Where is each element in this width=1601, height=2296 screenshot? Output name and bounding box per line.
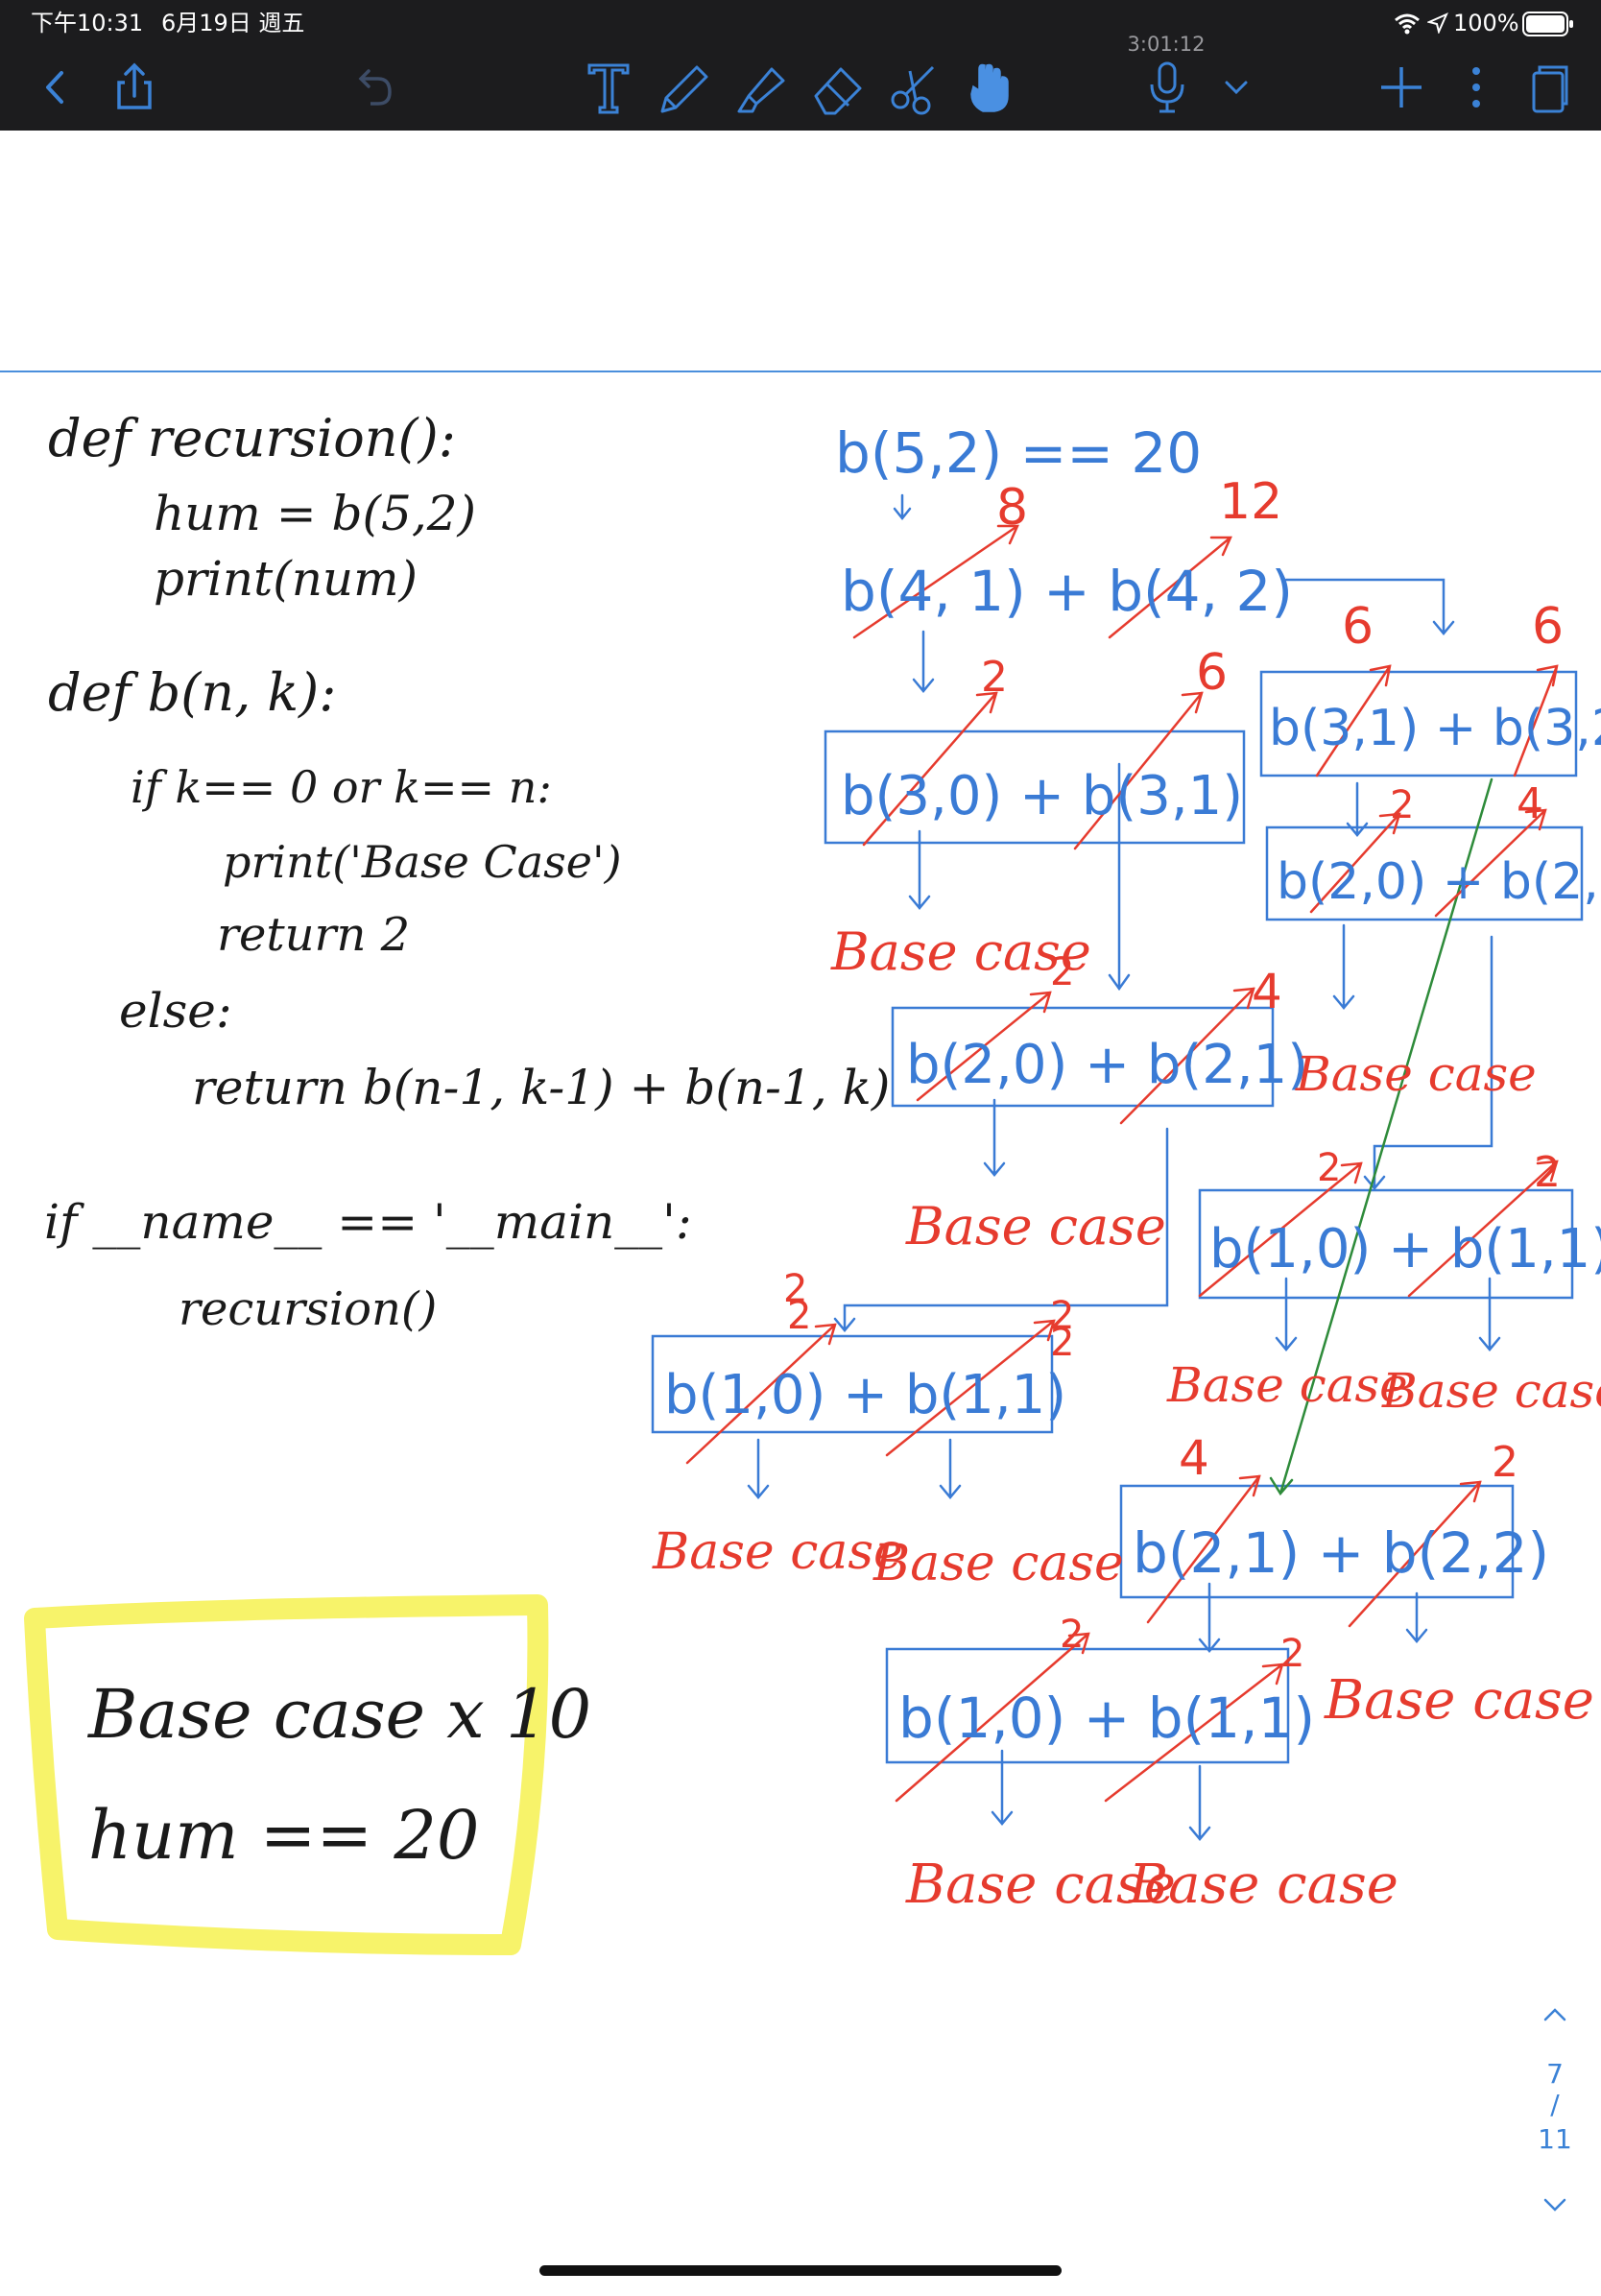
base-case-label: Base case [872, 1535, 1124, 1592]
touch-hand-icon[interactable] [960, 58, 1017, 117]
base-case-label: Base case [905, 1196, 1166, 1256]
eraser-tool-icon[interactable] [808, 58, 866, 117]
call-expression: b(1,0) + b(1,1) [1209, 1218, 1601, 1280]
pen-tool-icon[interactable] [655, 58, 712, 117]
code-line: return 2 [217, 908, 410, 962]
code-text: def recursion(): hum = b(5,2) print(num)… [44, 408, 890, 1336]
code-line: if __name__ == '__main__': [44, 1194, 692, 1250]
back-chevron-icon[interactable] [29, 58, 86, 117]
result-value: 2 [1050, 1321, 1074, 1365]
location-arrow-icon [1425, 12, 1448, 36]
code-line: def recursion(): [48, 408, 456, 468]
battery-percent: 100% [1453, 10, 1519, 36]
highlight-box [24, 1594, 549, 1955]
result-value: 12 [1219, 473, 1282, 531]
result-value: 2 [1060, 1613, 1084, 1657]
result-value: 6 [1532, 598, 1564, 656]
result-value: 2 [1280, 1632, 1304, 1676]
share-icon[interactable] [106, 58, 163, 117]
chevron-down-icon[interactable] [1207, 58, 1265, 117]
tree-root: b(5,2) == 20 [835, 420, 1202, 486]
call-expression: b(3,1) + b(3,2) [1269, 700, 1601, 757]
page-down-button[interactable] [1526, 2190, 1584, 2219]
more-vertical-icon[interactable] [1447, 58, 1505, 117]
page-total: 11 [1538, 2123, 1572, 2155]
call-expression: b(2,0) + b(2,1) [906, 1034, 1308, 1096]
status-time: 下午10:31 [31, 10, 144, 36]
call-expression: b(1,0) + b(1,1) [664, 1364, 1066, 1426]
base-case-label: Base case [830, 921, 1091, 982]
base-case-label: Base case [1324, 1669, 1594, 1732]
base-case-label: Base case [1166, 1357, 1408, 1413]
recording-time: 3:01:12 [1127, 33, 1206, 56]
call-expression: b(3,0) + b(3,1) [841, 765, 1243, 827]
note-canvas[interactable]: def recursion(): hum = b(5,2) print(num)… [0, 131, 1601, 2292]
result-value: 6 [1342, 598, 1374, 656]
code-line: recursion() [179, 1282, 437, 1336]
lasso-scissors-icon[interactable] [885, 58, 943, 117]
code-line: hum = b(5,2) [154, 486, 476, 541]
code-line: def b(n, k): [48, 662, 336, 723]
result-value: 2 [787, 1294, 811, 1338]
result-value: 2 [1492, 1438, 1518, 1487]
base-case-label: Base case [1128, 1854, 1398, 1916]
page-separator: / [1550, 2089, 1560, 2120]
microphone-icon[interactable] [1138, 58, 1196, 117]
blue-arrows [747, 493, 1501, 1841]
base-case-label: Base case [1295, 1046, 1537, 1102]
base-case-label: Base case [652, 1523, 903, 1581]
top-toolbar: 下午10:31 6月19日 週五 100% 3:01:12 [0, 0, 1601, 131]
result-value: 6 [1196, 644, 1228, 702]
undo-icon[interactable] [344, 58, 401, 117]
result-value: 2 [981, 653, 1008, 702]
result-value: 4 [1517, 779, 1543, 828]
result-value: 2 [1534, 1148, 1561, 1197]
result-value: 4 [1252, 964, 1282, 1019]
result-value: 8 [996, 479, 1028, 537]
call-expression: b(1,0) + b(1,1) [898, 1686, 1315, 1751]
home-indicator[interactable] [539, 2265, 1062, 2276]
battery-icon [1522, 12, 1574, 36]
result-value: 2 [1317, 1146, 1341, 1190]
page-up-button[interactable] [1526, 2000, 1584, 2029]
code-line: if k== 0 or k== n: [131, 761, 552, 813]
text-tool-icon[interactable] [580, 58, 637, 117]
status-date: 6月19日 週五 [161, 10, 305, 36]
handwriting-layer: def recursion(): hum = b(5,2) print(num)… [24, 408, 1601, 1955]
summary-line: hum == 20 [88, 1796, 479, 1875]
call-expression: b(2,0) + b(2,1) [1277, 853, 1601, 911]
result-value: 4 [1179, 1430, 1209, 1486]
wifi-icon [1394, 12, 1421, 35]
code-line: return b(n-1, k-1) + b(n-1, k) [192, 1060, 890, 1115]
highlighter-tool-icon[interactable] [731, 58, 789, 117]
call-expression: b(4, 1) + b(4, 2) [841, 559, 1293, 624]
code-line: print('Base Case') [223, 836, 622, 888]
call-expression: b(2,1) + b(2,2) [1133, 1520, 1549, 1586]
pages-icon[interactable] [1520, 58, 1578, 117]
code-line: print(num) [154, 551, 418, 607]
summary-line: Base case x 10 [86, 1675, 591, 1754]
base-case-label: Base case [1381, 1363, 1601, 1419]
result-value: 2 [1390, 783, 1414, 827]
code-line: else: [119, 983, 232, 1039]
page-current: 7 [1546, 2058, 1564, 2090]
add-page-icon[interactable] [1373, 58, 1430, 117]
